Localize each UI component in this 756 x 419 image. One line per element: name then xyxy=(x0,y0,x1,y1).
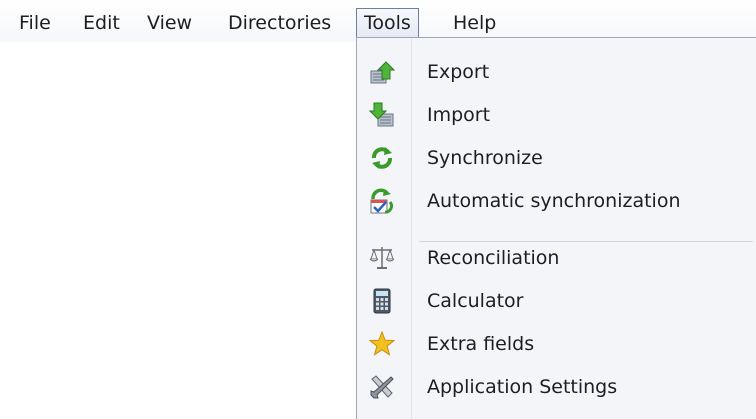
tools-icon xyxy=(369,374,395,400)
menu-item-label: Automatic synchronization xyxy=(427,190,681,212)
menu-file[interactable]: File xyxy=(12,8,58,38)
menu-directories[interactable]: Directories xyxy=(221,8,338,38)
menu-item-automatic-synchronization[interactable]: Automatic synchronization xyxy=(357,181,756,221)
menu-item-application-settings[interactable]: Application Settings xyxy=(357,367,756,407)
menu-item-synchronize[interactable]: Synchronize xyxy=(357,138,756,178)
menu-item-label: Calculator xyxy=(427,290,524,312)
menu-item-extra-fields[interactable]: Extra fields xyxy=(357,324,756,364)
automatic-synchronization-icon xyxy=(369,188,395,214)
calculator-icon xyxy=(369,288,395,314)
menu-view[interactable]: View xyxy=(140,8,199,38)
menu-item-export[interactable]: Export xyxy=(357,52,756,92)
menu-item-label: Reconciliation xyxy=(427,247,560,269)
menu-item-label: Export xyxy=(427,61,490,83)
synchronize-icon xyxy=(369,145,395,171)
menu-bar: File Edit View Directories Tools Help xyxy=(0,0,756,42)
tools-dropdown-menu: Export Import Synchronize Automatic sync… xyxy=(356,37,756,419)
export-icon xyxy=(369,59,396,85)
scales-icon xyxy=(369,245,395,271)
menu-tools[interactable]: Tools xyxy=(356,8,419,38)
menu-edit[interactable]: Edit xyxy=(76,8,127,38)
menu-item-label: Synchronize xyxy=(427,147,543,169)
import-icon xyxy=(368,102,395,128)
menu-item-import[interactable]: Import xyxy=(357,95,756,135)
menu-item-label: Extra fields xyxy=(427,333,535,355)
menu-help[interactable]: Help xyxy=(446,8,503,38)
menu-item-calculator[interactable]: Calculator xyxy=(357,281,756,321)
menu-item-reconciliation[interactable]: Reconciliation xyxy=(357,238,756,278)
star-icon xyxy=(368,330,396,357)
menu-item-label: Application Settings xyxy=(427,376,618,398)
menu-item-label: Import xyxy=(427,104,491,126)
